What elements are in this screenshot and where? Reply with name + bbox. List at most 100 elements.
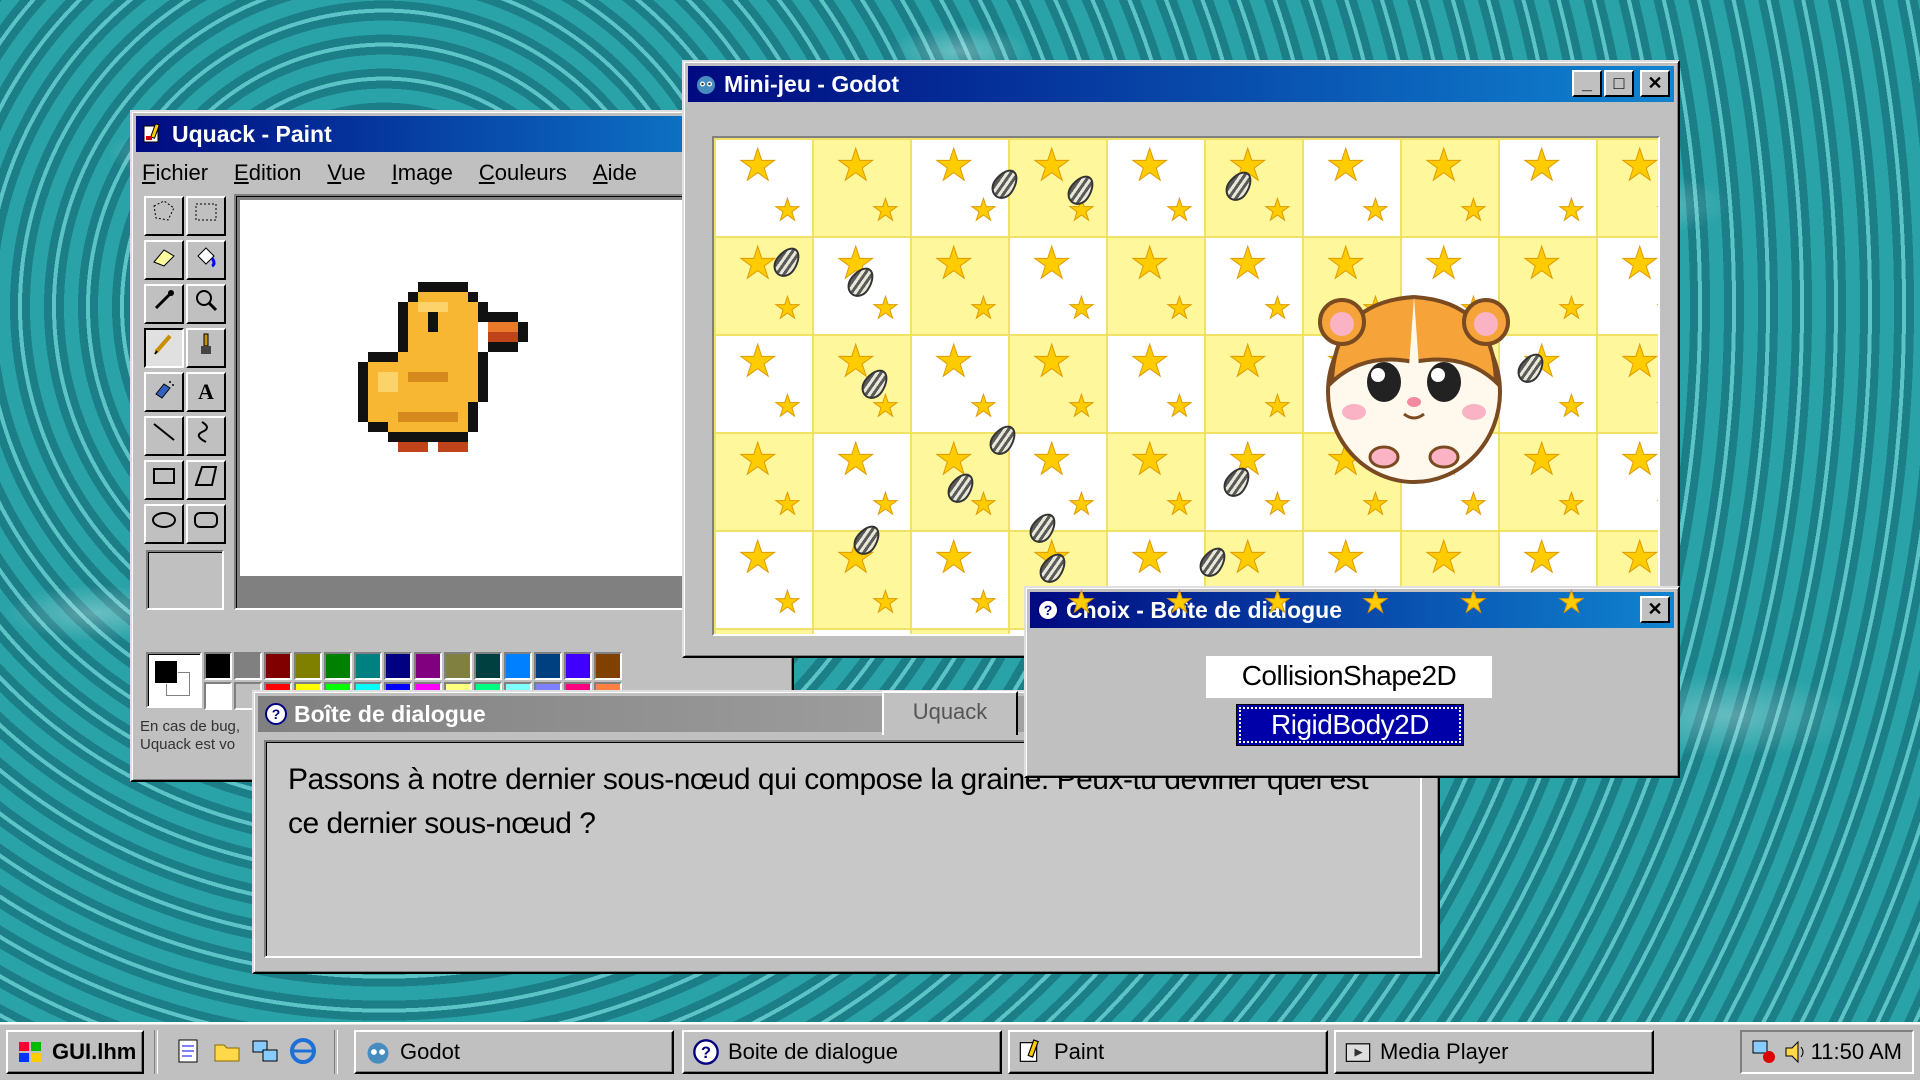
color-swatch[interactable]: [204, 682, 232, 710]
star-decoration: ★: [1031, 435, 1072, 484]
task-godot[interactable]: Godot: [354, 1030, 674, 1074]
rect-select-icon[interactable]: [186, 196, 226, 236]
star-decoration: ★: [1227, 533, 1268, 582]
godot-titlebar[interactable]: Mini-jeu - Godot _ □ ✕: [688, 66, 1674, 102]
color-swatch[interactable]: [444, 652, 472, 680]
task-dialog[interactable]: ? Boite de dialogue: [682, 1030, 1002, 1074]
star-decoration: ★: [1362, 586, 1390, 619]
close-button[interactable]: ✕: [1640, 70, 1670, 97]
curve-icon[interactable]: [186, 416, 226, 456]
game-board: ★ ★ ★ ★ ★ ★ ★ ★ ★ ★ ★ ★ ★ ★ ★ ★ ★ ★ ★ ★ ★ ★ ★ ★ ★ ★ ★ ★ ★ ★ ★ ★ ★ ★ ★ ★ ★ ★ ★ ★…: [714, 138, 1660, 634]
star-decoration: ★: [1558, 586, 1586, 619]
star-decoration: ★: [737, 533, 778, 582]
star-decoration: ★: [835, 633, 875, 634]
color-swatch[interactable]: [414, 652, 442, 680]
star-decoration: ★: [970, 488, 998, 521]
star-decoration: ★: [1619, 141, 1660, 190]
star-decoration: ★: [1558, 194, 1586, 227]
star-decoration: ★: [1166, 292, 1194, 325]
menu-couleurs[interactable]: Couleurs: [479, 160, 567, 186]
notepad-icon[interactable]: [174, 1036, 204, 1066]
maximize-button[interactable]: □: [1604, 70, 1634, 97]
speaker-tab[interactable]: Uquack: [882, 691, 1018, 735]
star-decoration: ★: [1227, 239, 1268, 288]
color-swatch[interactable]: [564, 652, 592, 680]
polygon-icon[interactable]: [186, 460, 226, 500]
duck-sprite: [358, 282, 528, 452]
godot-app-icon: [697, 76, 715, 94]
minimize-button[interactable]: _: [1572, 70, 1602, 97]
menu-edition[interactable]: Edition: [234, 160, 301, 186]
current-colors[interactable]: [146, 652, 202, 708]
star-decoration: ★: [1423, 533, 1464, 582]
paint-app-icon: [1019, 1039, 1039, 1062]
tool-options-box[interactable]: [146, 550, 224, 610]
hamster-sprite[interactable]: [1314, 272, 1514, 492]
star-decoration: ★: [1129, 533, 1170, 582]
help-icon: ?: [693, 1039, 719, 1065]
color-swatch[interactable]: [204, 652, 232, 680]
text-icon[interactable]: A: [186, 372, 226, 412]
color-swatch[interactable]: [264, 652, 292, 680]
color-swatch[interactable]: [354, 652, 382, 680]
task-label: Media Player: [1380, 1039, 1509, 1064]
star-decoration: ★: [970, 194, 998, 227]
start-button[interactable]: GUI.lhm: [6, 1030, 144, 1074]
star-decoration: ★: [1558, 488, 1586, 521]
color-swatch[interactable]: [594, 652, 622, 680]
seed-sprite[interactable]: [984, 420, 1022, 460]
task-paint[interactable]: Paint: [1008, 1030, 1328, 1074]
free-select-icon[interactable]: [144, 196, 184, 236]
star-decoration: ★: [1068, 292, 1096, 325]
ie-icon[interactable]: [288, 1036, 318, 1066]
color-swatch[interactable]: [474, 652, 502, 680]
brush-icon[interactable]: [186, 328, 226, 368]
godot-window[interactable]: Mini-jeu - Godot _ □ ✕ ★ ★ ★ ★ ★ ★ ★ ★ ★ ★ ★ ★ ★ ★ ★ ★ ★…: [682, 60, 1680, 658]
svg-text:?: ?: [1044, 602, 1053, 618]
network-icon[interactable]: [250, 1036, 280, 1066]
volume-icon[interactable]: [1782, 1038, 1810, 1066]
rounded-rect-icon[interactable]: [186, 504, 226, 544]
menu-image[interactable]: Image: [392, 160, 453, 186]
ellipse-icon[interactable]: [144, 504, 184, 544]
choice-option-collisionshape2d[interactable]: CollisionShape2D: [1206, 656, 1492, 698]
task-label: Paint: [1054, 1039, 1105, 1064]
menu-vue[interactable]: Vue: [327, 160, 365, 186]
close-button[interactable]: ✕: [1640, 596, 1670, 623]
paint-menubar: Fichier Edition Vue Image Couleurs Aide: [142, 160, 637, 186]
star-decoration: ★: [1264, 390, 1292, 423]
color-swatch[interactable]: [294, 652, 322, 680]
eraser-icon[interactable]: [144, 240, 184, 280]
magnifier-icon[interactable]: [186, 284, 226, 324]
choice-option-rigidbody2d[interactable]: RigidBody2D: [1236, 704, 1464, 746]
pencil-icon[interactable]: [144, 328, 184, 368]
menu-aide[interactable]: Aide: [593, 160, 637, 186]
network-tray-icon[interactable]: [1750, 1038, 1778, 1066]
star-decoration: ★: [933, 337, 974, 386]
star-decoration: ★: [737, 633, 777, 634]
color-swatch[interactable]: [384, 652, 412, 680]
picker-icon[interactable]: [144, 284, 184, 324]
help-icon: ?: [1037, 599, 1059, 621]
color-swatch[interactable]: [324, 652, 352, 680]
star-decoration: ★: [1166, 194, 1194, 227]
star-decoration: ★: [774, 488, 802, 521]
paint-canvas[interactable]: [240, 200, 698, 576]
star-decoration: ★: [872, 586, 900, 619]
fill-icon[interactable]: [186, 240, 226, 280]
folder-icon[interactable]: [212, 1036, 242, 1066]
seed-sprite[interactable]: [1194, 542, 1232, 582]
star-decoration: ★: [737, 141, 778, 190]
menu-fichier[interactable]: Fichier: [142, 160, 208, 186]
task-media-player[interactable]: Media Player: [1334, 1030, 1654, 1074]
color-swatch[interactable]: [234, 652, 262, 680]
game-viewport[interactable]: ★ ★ ★ ★ ★ ★ ★ ★ ★ ★ ★ ★ ★ ★ ★ ★ ★ ★ ★ ★ ★ ★ ★ ★ ★ ★ ★ ★ ★ ★ ★ ★ ★ ★ ★ ★ ★ ★ ★ ★…: [712, 136, 1660, 636]
star-decoration: ★: [1031, 239, 1072, 288]
airbrush-icon[interactable]: [144, 372, 184, 412]
color-swatch[interactable]: [504, 652, 532, 680]
star-decoration: ★: [1521, 435, 1562, 484]
rectangle-icon[interactable]: [144, 460, 184, 500]
svg-text:?: ?: [701, 1044, 711, 1062]
color-swatch[interactable]: [534, 652, 562, 680]
line-icon[interactable]: [144, 416, 184, 456]
